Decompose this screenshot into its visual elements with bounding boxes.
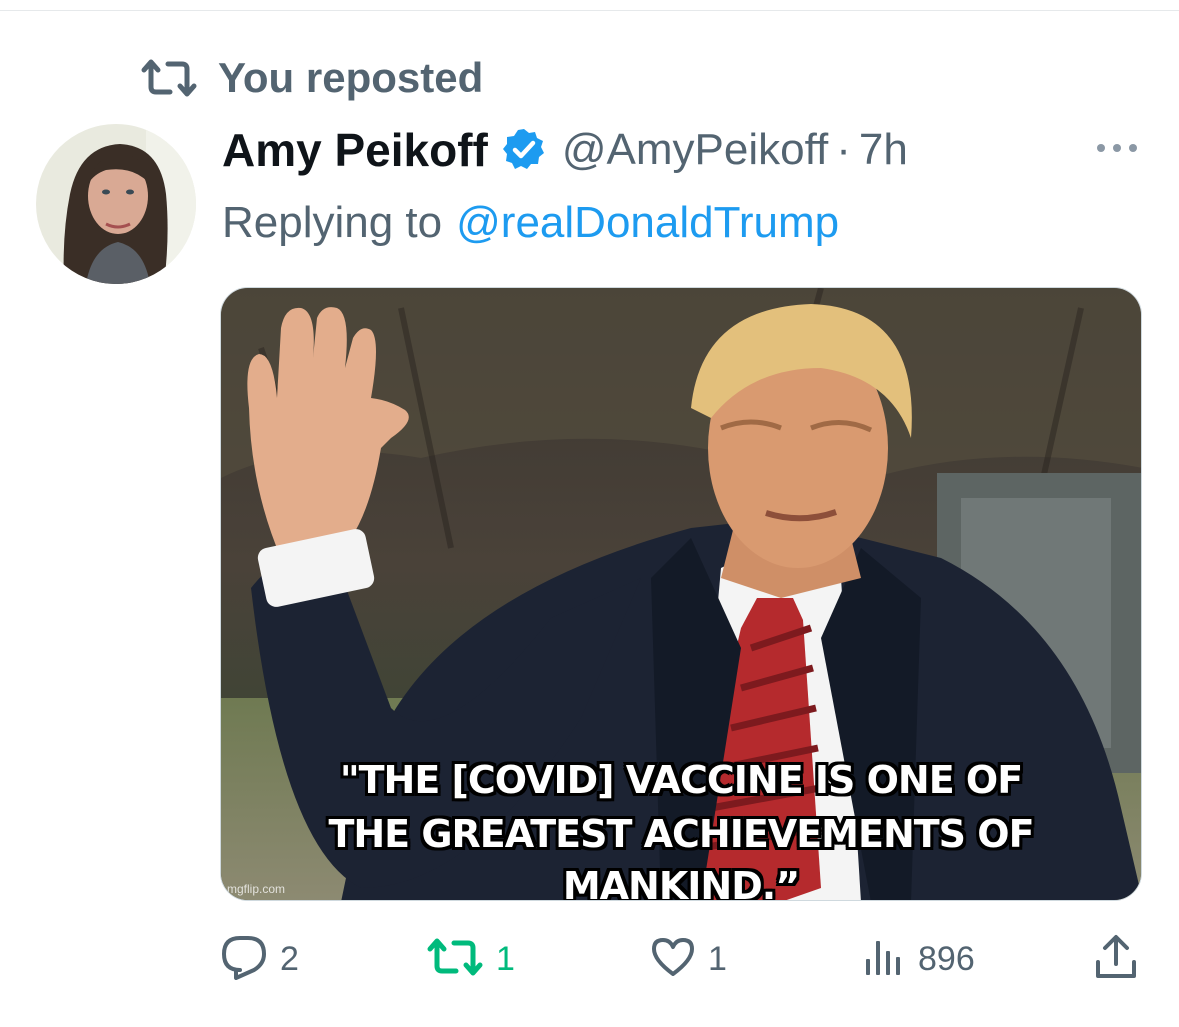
repost-icon-active — [426, 937, 484, 982]
separator-dot: · — [836, 125, 851, 174]
repost-banner[interactable]: You reposted — [140, 50, 483, 106]
tweet-media-image[interactable]: "THE [COVID] VACCINE IS ONE OF THE GREAT… — [220, 287, 1142, 901]
like-button[interactable]: 1 — [650, 930, 727, 988]
tweet-header: Amy Peikoff @AmyPeikoff · 7h — [222, 120, 908, 180]
share-icon — [1094, 934, 1138, 985]
author-handle[interactable]: @AmyPeikoff — [562, 125, 828, 175]
repost-button[interactable]: 1 — [426, 930, 515, 988]
reply-count: 2 — [280, 939, 299, 978]
image-watermark: mgflip.com — [227, 882, 286, 896]
top-divider — [0, 10, 1179, 11]
reply-icon — [220, 934, 268, 985]
meme-caption-line1: "THE [COVID] VACCINE IS ONE OF — [339, 758, 1023, 802]
meme-caption-line2: THE GREATEST ACHIEVEMENTS OF MANKIND.” — [328, 812, 1034, 901]
share-button[interactable] — [1094, 930, 1138, 988]
views-count: 896 — [918, 939, 975, 978]
analytics-icon — [862, 937, 906, 982]
replying-to-handle-link[interactable]: @realDonaldTrump — [456, 198, 839, 248]
replying-to: Replying to @realDonaldTrump — [222, 192, 839, 254]
author-display-name[interactable]: Amy Peikoff — [222, 123, 488, 177]
tweet-action-bar: 2 1 1 896 — [220, 930, 1142, 988]
more-options-icon[interactable] — [1092, 136, 1142, 160]
like-count: 1 — [708, 939, 727, 978]
repost-icon — [140, 56, 198, 100]
tweet-timestamp[interactable]: 7h — [859, 125, 908, 175]
author-avatar[interactable] — [36, 124, 196, 284]
heart-icon — [650, 936, 696, 983]
verified-badge-icon[interactable] — [500, 126, 548, 174]
repost-count: 1 — [496, 939, 515, 978]
views-button[interactable]: 896 — [862, 930, 975, 988]
replying-to-label: Replying to — [222, 198, 443, 247]
reply-button[interactable]: 2 — [220, 930, 299, 988]
repost-banner-label: You reposted — [218, 54, 484, 101]
